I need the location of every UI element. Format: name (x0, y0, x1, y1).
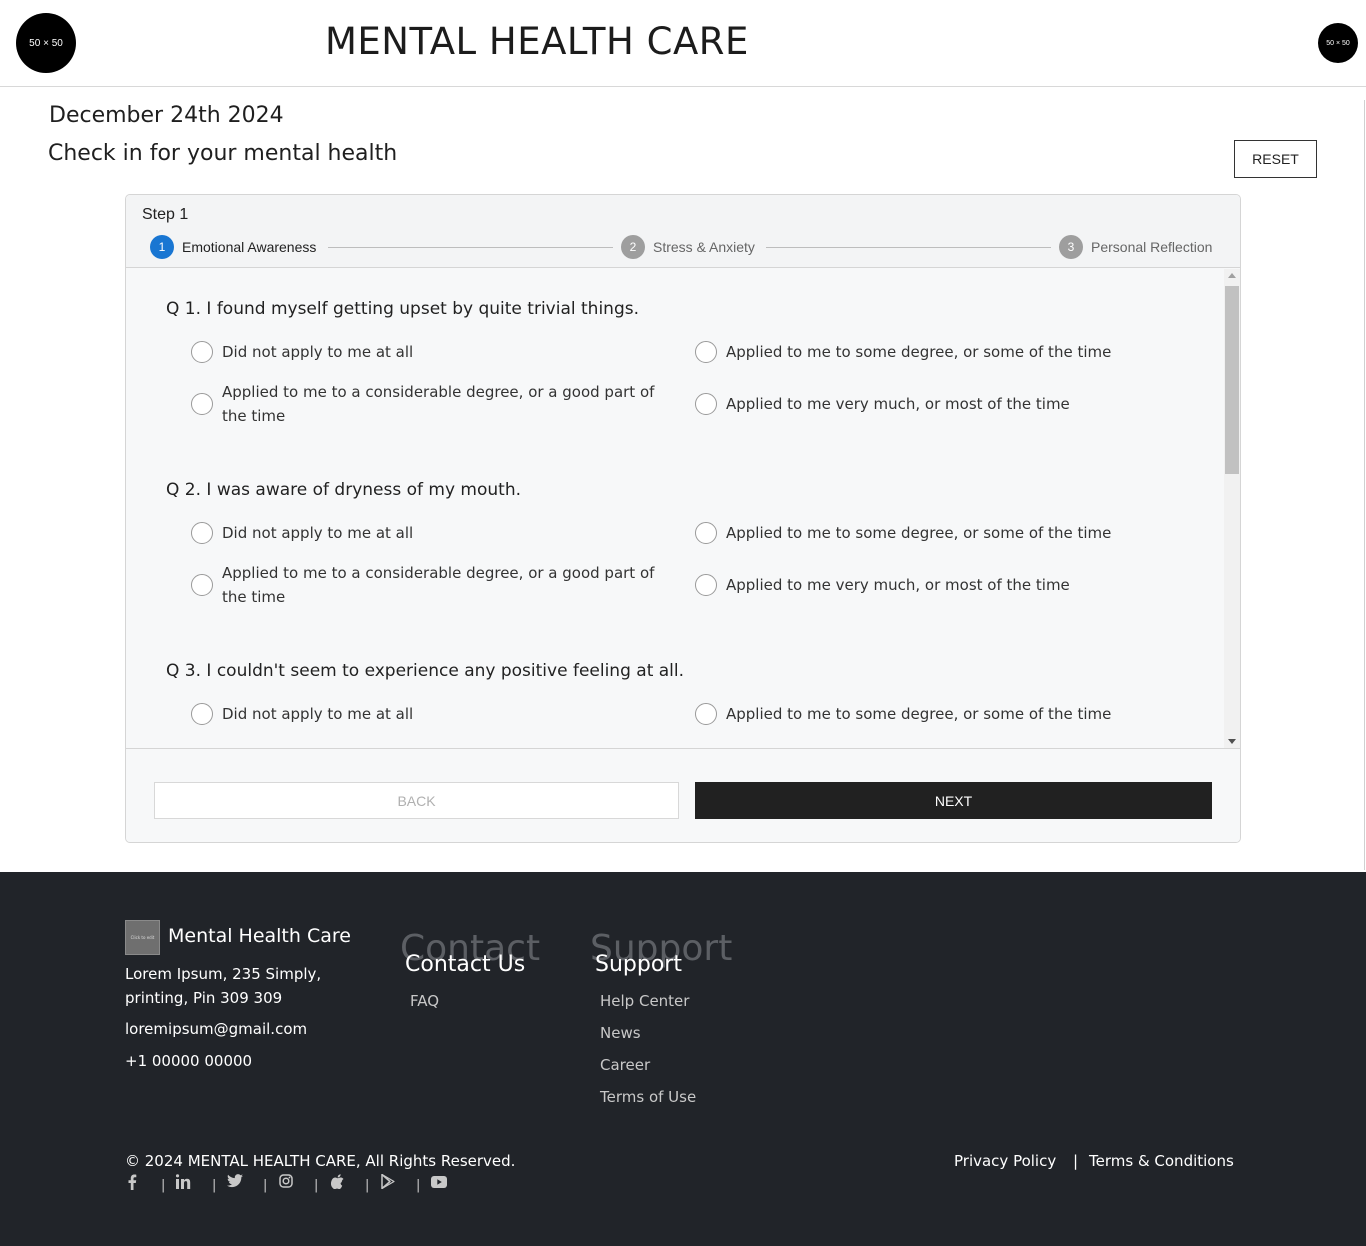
user-avatar[interactable]: 50 × 50 (1318, 23, 1358, 63)
radio-button[interactable] (695, 574, 717, 596)
footer-link-news[interactable]: News (600, 1024, 641, 1042)
step-number: 2 (621, 235, 645, 259)
back-button[interactable]: BACK (154, 782, 679, 819)
answer-option[interactable]: Did not apply to me at all (191, 340, 682, 364)
social-separator: | (161, 1178, 166, 1193)
step-connector (328, 247, 613, 248)
radio-button[interactable] (191, 393, 213, 415)
radio-button[interactable] (695, 522, 717, 544)
step-label: Stress & Anxiety (653, 239, 755, 255)
answer-option[interactable]: Did not apply to me at all (191, 521, 682, 545)
option-label: Applied to me to a considerable degree, … (222, 383, 655, 425)
option-label: Applied to me to a considerable degree, … (222, 564, 655, 606)
twitter-icon[interactable] (227, 1174, 243, 1192)
footer-email[interactable]: loremipsum@gmail.com (125, 1020, 307, 1038)
scroll-up-arrow-icon[interactable] (1228, 273, 1236, 278)
step-label: Emotional Awareness (182, 239, 317, 255)
footer-link-faq[interactable]: FAQ (410, 992, 439, 1010)
stepper: Step 1 1 Emotional Awareness 2 Stress & … (126, 195, 1240, 268)
step-stress-anxiety[interactable]: 2 Stress & Anxiety (621, 235, 755, 259)
step-label: Personal Reflection (1091, 239, 1213, 255)
legal-divider: | (1073, 1152, 1079, 1170)
answer-option[interactable]: Applied to me very much, or most of the … (695, 392, 1186, 416)
social-separator: | (263, 1178, 268, 1193)
apple-icon[interactable] (330, 1174, 344, 1193)
question-text: Q 2. I was aware of dryness of my mouth. (166, 480, 521, 500)
reset-button[interactable]: RESET (1234, 140, 1317, 178)
questions-scroll-area[interactable]: Q 1. I found myself getting upset by qui… (126, 269, 1223, 748)
option-label: Applied to me very much, or most of the … (726, 395, 1070, 413)
youtube-icon[interactable] (431, 1174, 447, 1192)
social-separator: | (365, 1178, 370, 1193)
question-item: Q 3. I couldn't seem to experience any p… (166, 661, 1206, 681)
social-separator: | (314, 1178, 319, 1193)
footer-link-terms-of-use[interactable]: Terms of Use (600, 1088, 696, 1106)
question-text: Q 1. I found myself getting upset by qui… (166, 299, 639, 319)
footer-address: Lorem Ipsum, 235 Simply, printing, Pin 3… (125, 965, 322, 1007)
option-label: Applied to me to some degree, or some of… (726, 705, 1112, 723)
google-play-icon[interactable] (381, 1173, 395, 1193)
step-caption: Step 1 (142, 206, 189, 223)
answer-option[interactable]: Applied to me to some degree, or some of… (695, 340, 1186, 364)
footer-brand: Mental Health Care (168, 925, 351, 947)
instagram-icon[interactable] (279, 1174, 293, 1192)
radio-button[interactable] (191, 703, 213, 725)
option-label: Applied to me to some degree, or some of… (726, 343, 1112, 361)
option-label: Applied to me very much, or most of the … (726, 576, 1070, 594)
question-text: Q 3. I couldn't seem to experience any p… (166, 661, 685, 681)
option-label: Applied to me to some degree, or some of… (726, 524, 1112, 542)
copyright-text: © 2024 MENTAL HEALTH CARE, All Rights Re… (125, 1152, 516, 1170)
linkedin-icon[interactable] (175, 1174, 191, 1193)
support-heading: Support (595, 952, 682, 977)
option-label: Did not apply to me at all (222, 705, 414, 723)
site-header: 50 × 50 MENTAL HEALTH CARE 50 × 50 (0, 0, 1366, 87)
page-subtitle: Check in for your mental health (48, 141, 398, 166)
step-number: 1 (150, 235, 174, 259)
step-personal-reflection[interactable]: 3 Personal Reflection (1059, 235, 1212, 259)
privacy-policy-link[interactable]: Privacy Policy (954, 1152, 1056, 1170)
footer-phone[interactable]: +1 00000 00000 (125, 1052, 252, 1070)
answer-option[interactable]: Applied to me to some degree, or some of… (695, 521, 1186, 545)
social-separator: | (416, 1178, 421, 1193)
answer-option[interactable]: Applied to me to a considerable degree, … (191, 561, 682, 609)
question-item: Q 2. I was aware of dryness of my mouth. (166, 480, 1206, 500)
option-label: Did not apply to me at all (222, 343, 414, 361)
radio-button[interactable] (191, 522, 213, 544)
footer-link-help-center[interactable]: Help Center (600, 992, 689, 1010)
radio-button[interactable] (695, 341, 717, 363)
scroll-down-arrow-icon[interactable] (1228, 739, 1236, 744)
social-separator: | (212, 1178, 217, 1193)
answer-option[interactable]: Applied to me to a considerable degree, … (191, 380, 682, 428)
footer-link-career[interactable]: Career (600, 1056, 650, 1074)
radio-button[interactable] (695, 393, 717, 415)
terms-conditions-link[interactable]: Terms & Conditions (1089, 1152, 1234, 1170)
step-emotional-awareness[interactable]: 1 Emotional Awareness (150, 235, 316, 259)
site-title: MENTAL HEALTH CARE (325, 20, 749, 63)
scrollbar-thumb[interactable] (1225, 286, 1239, 474)
answer-option[interactable]: Applied to me very much, or most of the … (695, 573, 1186, 597)
option-label: Did not apply to me at all (222, 524, 414, 542)
footer-logo[interactable]: Click to edit (125, 920, 160, 955)
site-logo[interactable]: 50 × 50 (16, 13, 76, 73)
radio-button[interactable] (191, 574, 213, 596)
radio-button[interactable] (695, 703, 717, 725)
question-item: Q 1. I found myself getting upset by qui… (166, 299, 1206, 319)
vertical-scrollbar[interactable] (1224, 269, 1240, 748)
site-footer: Click to edit Mental Health Care Lorem I… (0, 872, 1366, 1246)
check-in-date: December 24th 2024 (49, 103, 284, 128)
page-edge-divider (1364, 100, 1365, 870)
questionnaire-card: Step 1 1 Emotional Awareness 2 Stress & … (125, 194, 1241, 843)
contact-heading: Contact Us (405, 952, 526, 977)
answer-option[interactable]: Applied to me to some degree, or some of… (695, 702, 1186, 726)
form-actions: BACK NEXT (126, 748, 1240, 842)
radio-button[interactable] (191, 341, 213, 363)
step-connector (766, 247, 1051, 248)
answer-option[interactable]: Did not apply to me at all (191, 702, 682, 726)
next-button[interactable]: NEXT (695, 782, 1212, 819)
facebook-icon[interactable] (127, 1174, 137, 1194)
step-number: 3 (1059, 235, 1083, 259)
